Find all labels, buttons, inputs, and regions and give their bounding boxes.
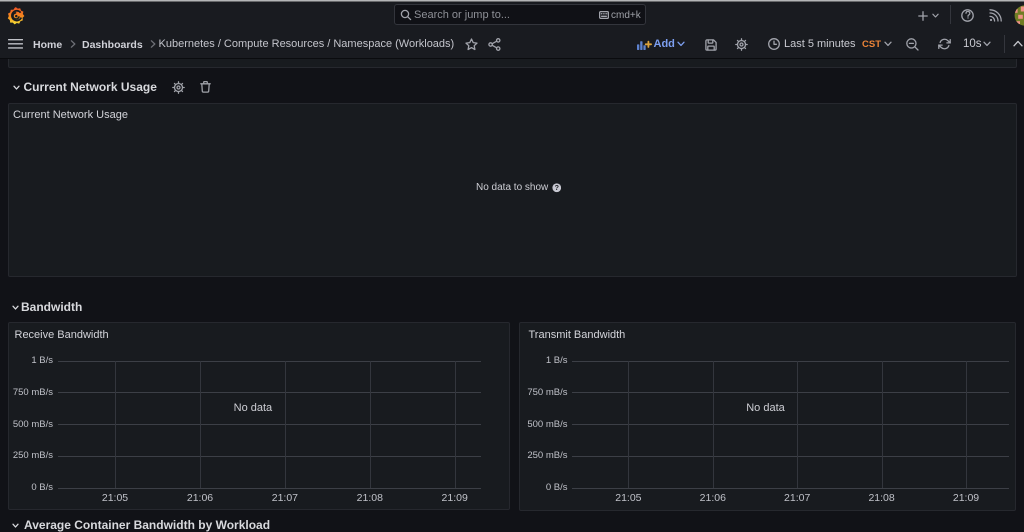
svg-text:?: ?	[554, 184, 558, 192]
